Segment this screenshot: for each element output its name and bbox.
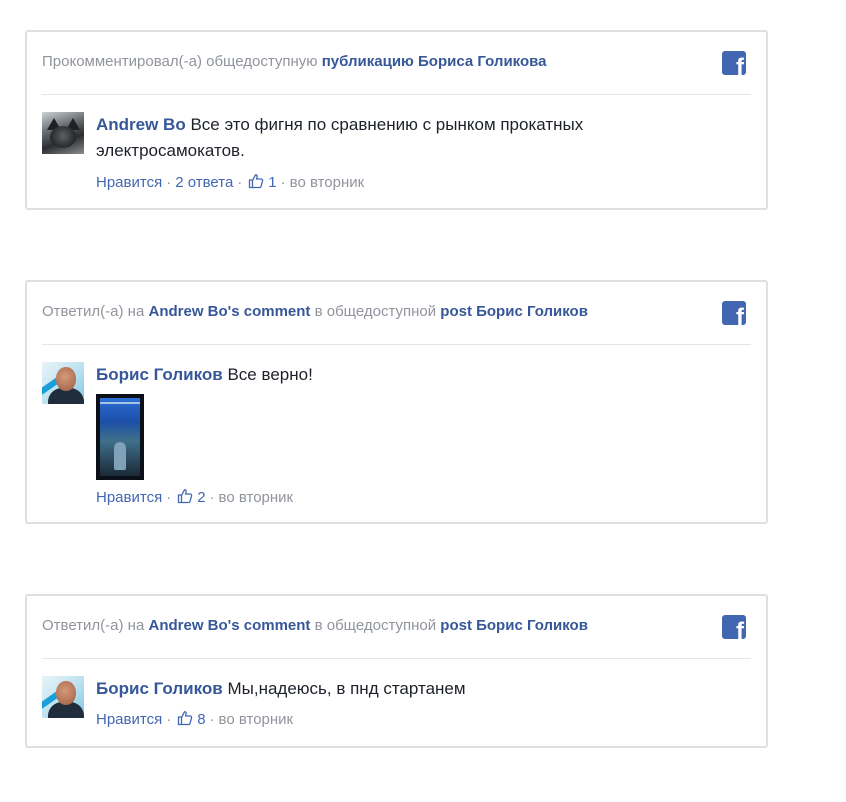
author-name[interactable]: Andrew Bo: [96, 115, 186, 134]
attached-image-thumbnail[interactable]: [96, 394, 144, 480]
header-text: Ответил(-а) на: [42, 303, 149, 320]
divider: [42, 344, 751, 345]
embedded-comment-card-3: Ответил(-а) на Andrew Bo's comment в общ…: [25, 594, 768, 748]
facebook-icon[interactable]: f: [722, 615, 746, 639]
post-link[interactable]: post Борис Голиков: [440, 303, 588, 320]
avatar[interactable]: [42, 362, 84, 404]
avatar[interactable]: [42, 676, 84, 718]
comment-body: Andrew Bo Все это фигня по сравнению с р…: [96, 112, 583, 164]
header-text: Ответил(-а) на: [42, 617, 149, 634]
author-name[interactable]: Борис Голиков: [96, 679, 223, 698]
card-header: Ответил(-а) на Andrew Bo's comment в общ…: [42, 303, 588, 320]
avatar[interactable]: [42, 112, 84, 154]
timestamp[interactable]: во вторник: [219, 711, 294, 728]
thumbs-up-icon: [178, 488, 193, 503]
embedded-comment-card-2: Ответил(-а) на Andrew Bo's comment в общ…: [25, 280, 768, 524]
like-button[interactable]: Нравится: [96, 174, 162, 191]
post-link[interactable]: публикацию Бориса Голикова: [322, 53, 547, 70]
card-header: Прокомментировал(-а) общедоступную публи…: [42, 53, 547, 70]
divider: [42, 658, 751, 659]
like-button[interactable]: Нравится: [96, 711, 162, 728]
replies-link[interactable]: 2 ответа: [175, 174, 233, 191]
likes-count[interactable]: 8: [197, 711, 205, 728]
timestamp[interactable]: во вторник: [219, 489, 294, 506]
facebook-icon[interactable]: f: [722, 51, 746, 75]
author-name[interactable]: Борис Голиков: [96, 365, 223, 384]
comment-link[interactable]: Andrew Bo's comment: [148, 617, 310, 634]
header-text: Прокомментировал(-а) общедоступную: [42, 53, 322, 70]
card-header: Ответил(-а) на Andrew Bo's comment в общ…: [42, 617, 588, 634]
comment-meta: Нравится · 2 · во вторник: [96, 488, 294, 506]
comment-text: Все верно!: [222, 365, 313, 384]
comment-body: Борис Голиков Мы,надеюсь, в пнд стартане…: [96, 676, 466, 702]
thumbs-up-icon: [249, 173, 264, 188]
divider: [42, 94, 751, 95]
likes-count[interactable]: 2: [197, 489, 205, 506]
likes-count[interactable]: 1: [268, 174, 276, 191]
timestamp[interactable]: во вторник: [290, 174, 365, 191]
thumbs-up-icon: [178, 710, 193, 725]
post-link[interactable]: post Борис Голиков: [440, 617, 588, 634]
comment-link[interactable]: Andrew Bo's comment: [148, 303, 310, 320]
header-text-middle: в общедоступной: [310, 303, 441, 320]
comment-meta: Нравится · 8 · во вторник: [96, 710, 294, 728]
facebook-icon[interactable]: f: [722, 301, 746, 325]
comment-meta: Нравится · 2 ответа · 1 · во вторник: [96, 173, 365, 191]
comment-text: Все это фигня по сравнению с рынком прок…: [185, 115, 584, 134]
embedded-comment-card-1: Прокомментировал(-а) общедоступную публи…: [25, 30, 768, 210]
like-button[interactable]: Нравится: [96, 489, 162, 506]
header-text-middle: в общедоступной: [310, 617, 441, 634]
comment-text-continued: электросамокатов.: [96, 141, 245, 160]
comment-body: Борис Голиков Все верно!: [96, 362, 313, 388]
comment-text: Мы,надеюсь, в пнд стартанем: [222, 679, 466, 698]
